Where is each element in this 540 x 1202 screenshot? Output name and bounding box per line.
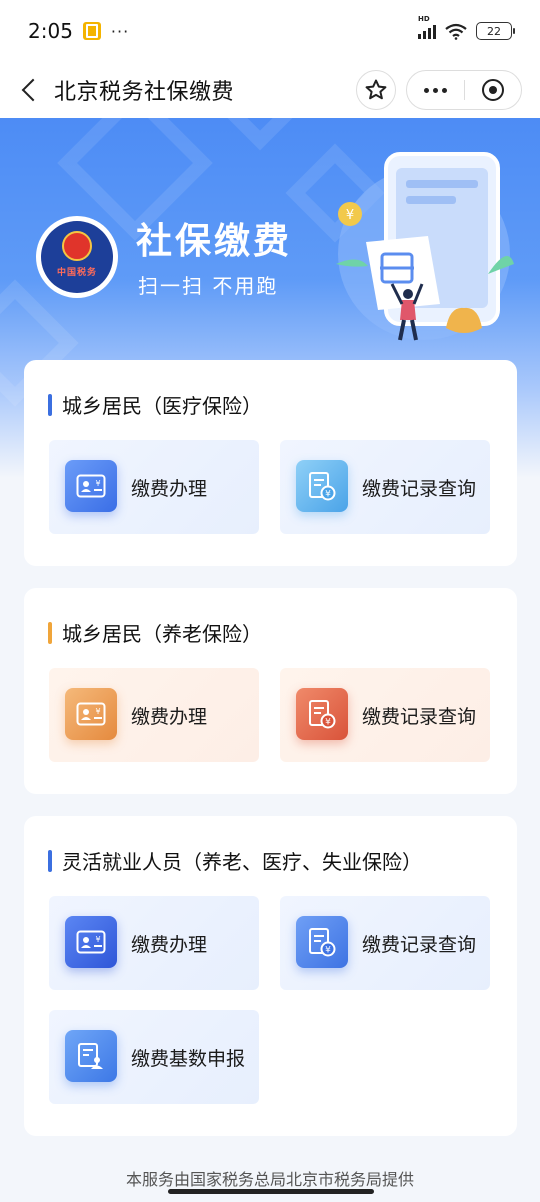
favorite-star-icon[interactable] bbox=[356, 70, 396, 110]
banner-title: 社保缴费 bbox=[136, 221, 293, 262]
section-title: 城乡居民（养老保险） bbox=[62, 622, 262, 646]
svg-text:¥: ¥ bbox=[95, 935, 100, 944]
base-declaration-tile[interactable]: 缴费基数申报 bbox=[49, 1010, 259, 1104]
declare-form-icon bbox=[65, 1030, 117, 1082]
more-notifications-icon: ··· bbox=[110, 21, 130, 41]
phone-scan-illustration: ¥ bbox=[336, 152, 514, 341]
cellular-signal-icon: HD bbox=[418, 15, 436, 39]
close-miniprogram-icon[interactable] bbox=[465, 71, 522, 109]
section-accent-bar bbox=[48, 621, 52, 644]
page-title: 北京税务社保缴费 bbox=[54, 80, 235, 105]
section-title: 灵活就业人员（养老、医疗、失业保险） bbox=[62, 850, 422, 874]
tile-label: 缴费记录查询 bbox=[362, 706, 477, 728]
pay-record-query-tile[interactable]: ¥ 缴费记录查询 bbox=[280, 440, 490, 534]
tile-label: 缴费办理 bbox=[131, 706, 208, 728]
id-card-icon: ¥ bbox=[65, 460, 117, 512]
emblem-text: 中国税务 bbox=[56, 267, 97, 278]
tile-label: 缴费办理 bbox=[131, 934, 208, 956]
back-icon[interactable] bbox=[18, 70, 42, 110]
tile-label: 缴费记录查询 bbox=[362, 478, 477, 500]
home-indicator[interactable] bbox=[168, 1189, 374, 1194]
more-menu-icon[interactable] bbox=[407, 71, 464, 109]
battery-level: 22 bbox=[487, 24, 501, 38]
status-bar: 2:05 ··· HD 22 bbox=[0, 0, 540, 62]
miniprogram-capsule bbox=[406, 70, 522, 110]
pay-handle-tile[interactable]: ¥ 缴费办理 bbox=[49, 440, 259, 534]
receipt-icon: ¥ bbox=[296, 460, 348, 512]
notification-icon bbox=[82, 22, 101, 40]
pay-handle-tile[interactable]: ¥ 缴费办理 bbox=[49, 896, 259, 990]
wifi-icon bbox=[445, 23, 467, 40]
tile-label: 缴费记录查询 bbox=[362, 934, 477, 956]
nav-bar: 北京税务社保缴费 bbox=[0, 62, 540, 118]
banner-subtitle: 扫一扫 不用跑 bbox=[138, 274, 279, 298]
svg-text:¥: ¥ bbox=[346, 208, 354, 223]
svg-text:¥: ¥ bbox=[325, 946, 331, 956]
id-card-icon: ¥ bbox=[65, 916, 117, 968]
pay-record-query-tile[interactable]: ¥ 缴费记录查询 bbox=[280, 668, 490, 762]
hd-badge: HD bbox=[418, 15, 430, 23]
svg-text:¥: ¥ bbox=[95, 479, 100, 488]
receipt-icon: ¥ bbox=[296, 688, 348, 740]
pay-handle-tile[interactable]: ¥ 缴费办理 bbox=[49, 668, 259, 762]
svg-text:¥: ¥ bbox=[325, 718, 331, 728]
section-title: 城乡居民（医疗保险） bbox=[62, 394, 262, 418]
section-rural-pension: 城乡居民（养老保险） ¥ 缴费办理 ¥ 缴费记录查询 bbox=[24, 588, 517, 794]
section-rural-medical: 城乡居民（医疗保险） ¥ 缴费办理 ¥ 缴费记录查询 bbox=[24, 360, 517, 566]
status-time: 2:05 bbox=[28, 19, 73, 43]
tile-label: 缴费基数申报 bbox=[131, 1048, 246, 1070]
section-accent-bar bbox=[48, 849, 52, 872]
svg-text:¥: ¥ bbox=[325, 490, 331, 500]
section-accent-bar bbox=[48, 393, 52, 416]
svg-text:¥: ¥ bbox=[95, 707, 100, 716]
tax-emblem-logo: 中国税务 bbox=[36, 216, 118, 298]
pay-record-query-tile[interactable]: ¥ 缴费记录查询 bbox=[280, 896, 490, 990]
battery-icon: 22 bbox=[476, 22, 515, 40]
footer-provider-text: 本服务由国家税务总局北京市税务局提供 bbox=[125, 1170, 414, 1189]
receipt-icon: ¥ bbox=[296, 916, 348, 968]
tile-label: 缴费办理 bbox=[131, 478, 208, 500]
id-card-icon: ¥ bbox=[65, 688, 117, 740]
section-flexible-employment: 灵活就业人员（养老、医疗、失业保险） ¥ 缴费办理 ¥ 缴费记录查询 缴费基数申… bbox=[24, 816, 517, 1136]
